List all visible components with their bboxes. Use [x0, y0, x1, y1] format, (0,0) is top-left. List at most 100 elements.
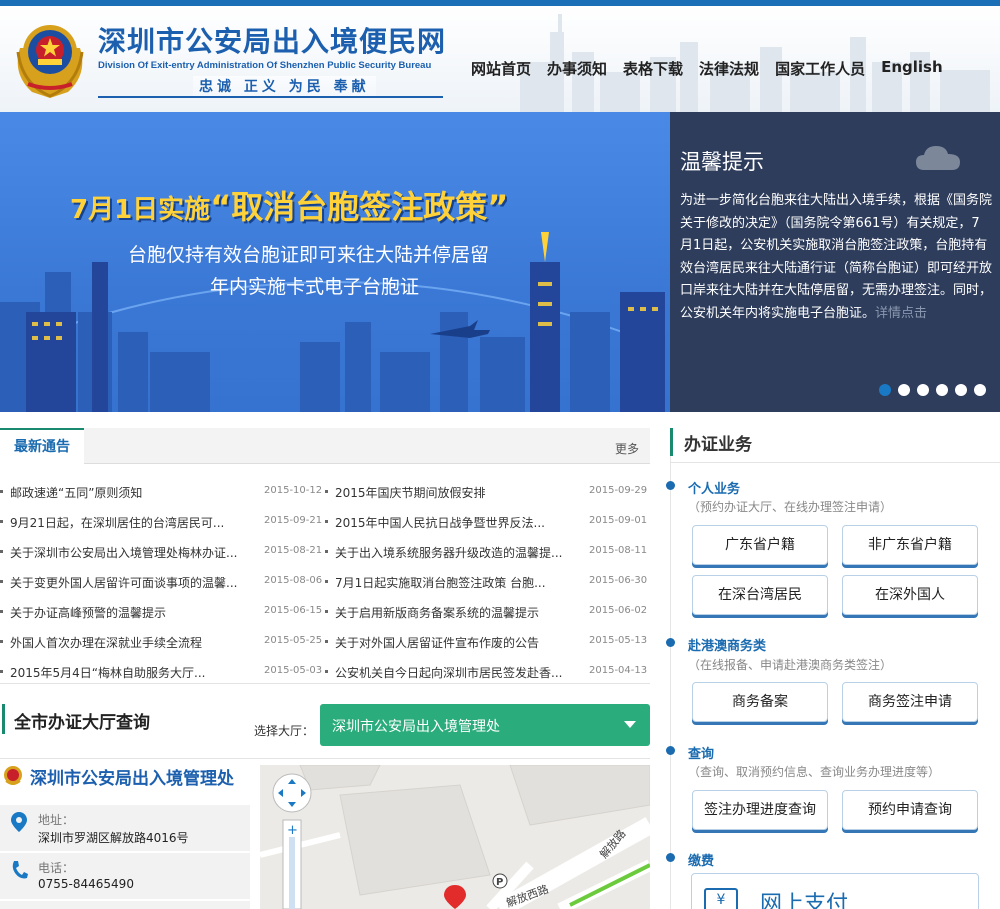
news-date: 2015-09-29 [589, 485, 648, 496]
news-title[interactable]: 关于启用新版商务备案系统的温馨提示 [335, 604, 539, 621]
section-title-query: 查询 [688, 747, 715, 762]
list-item[interactable]: 关于变更外国人居留许可面谈事项的温馨... 2015-08-06 [0, 568, 323, 598]
slide-dot[interactable] [898, 384, 910, 396]
news-title[interactable]: 关于深圳市公安局出入境管理处梅林办证... [10, 544, 237, 561]
news-date: 2015-08-11 [589, 545, 648, 556]
list-item[interactable]: 关于启用新版商务备案系统的温馨提示 2015-06-02 [325, 598, 650, 628]
foreigners-button[interactable]: 在深外国人 [842, 575, 978, 615]
tab-latest-notices[interactable]: 最新通告 [0, 428, 84, 464]
address-card: 地址： 深圳市罗湖区解放路4016号 [0, 805, 250, 851]
list-item[interactable]: 关于出入境系统服务器升级改造的温馨提... 2015-08-11 [325, 538, 650, 568]
parking-icon: P [492, 873, 508, 889]
list-item[interactable]: 2015年国庆节期间放假安排 2015-09-29 [325, 478, 650, 508]
list-item[interactable]: 9月21日起，在深圳居住的台湾居民可... 2015-09-21 [0, 508, 323, 538]
bullet-icon [325, 640, 328, 643]
news-title[interactable]: 外国人首次办理在深就业手续全流程 [10, 634, 202, 651]
news-date: 2015-05-13 [589, 635, 648, 646]
nav-home[interactable]: 网站首页 [471, 58, 531, 79]
appointment-query-button[interactable]: 预约申请查询 [842, 790, 978, 830]
chevron-down-icon [624, 721, 636, 728]
business-visa-apply-button[interactable]: 商务签注申请 [842, 682, 978, 722]
list-item[interactable]: 邮政速递“五同”原则须知 2015-10-12 [0, 478, 323, 508]
news-date: 2015-09-21 [264, 515, 323, 526]
slide-dot[interactable] [955, 384, 967, 396]
hero-banner[interactable]: 7月1日实施“取消台胞签注政策” 台胞仅持有效台胞证即可来往大陆并停居留 年内实… [0, 112, 670, 412]
list-item[interactable]: 2015年中国人民抗日战争暨世界反法... 2015-09-01 [325, 508, 650, 538]
bullet-icon [0, 610, 3, 613]
news-title[interactable]: 关于变更外国人居留许可面谈事项的温馨... [10, 574, 237, 591]
section-dot-icon [666, 746, 675, 755]
location-pin-icon [11, 812, 27, 832]
nav-forms[interactable]: 表格下载 [623, 58, 683, 79]
bullet-icon [325, 550, 328, 553]
banner-headline-main: “取消台胞签注政策” [210, 188, 509, 226]
column-divider [670, 428, 671, 909]
phone-icon [12, 861, 28, 879]
nav-laws[interactable]: 法律法规 [699, 58, 759, 79]
notice-text: 为进一步简化台胞来往大陆出入境手续，根据《国务院关于修改的决定》（国务院令第66… [680, 190, 992, 325]
divider [0, 758, 650, 759]
slide-dot[interactable] [974, 384, 986, 396]
bullet-icon [325, 580, 328, 583]
nav-guide[interactable]: 办事须知 [547, 58, 607, 79]
site-title: 深圳市公安局出入境便民网 [98, 25, 447, 58]
bullet-icon [0, 670, 3, 673]
news-title[interactable]: 9月21日起，在深圳居住的台湾居民可... [10, 514, 224, 531]
guangdong-hukou-button[interactable]: 广东省户籍 [692, 525, 828, 565]
news-date: 2015-10-12 [264, 485, 323, 496]
bullet-icon [325, 610, 328, 613]
address-label: 地址： [38, 813, 75, 827]
online-payment-label: 网上支付 [760, 892, 849, 909]
list-item[interactable]: 关于对外国人居留证件宣布作废的公告 2015-05-13 [325, 628, 650, 658]
list-item[interactable]: 关于办证高峰预警的温馨提示 2015-06-15 [0, 598, 322, 628]
news-date: 2015-08-06 [264, 575, 323, 586]
section-title-hk-macau: 赴港澳商务类 [688, 639, 767, 654]
business-title: 办证业务 [684, 435, 752, 455]
banner-headline: 7月1日实施“取消台胞签注政策” [70, 182, 508, 228]
notice-more-link[interactable]: 详情点击 [875, 306, 927, 321]
nav-english[interactable]: English [881, 58, 943, 79]
bullet-icon [0, 490, 3, 493]
taiwan-residents-button[interactable]: 在深台湾居民 [692, 575, 828, 615]
news-title[interactable]: 关于对外国人居留证件宣布作废的公告 [335, 634, 539, 651]
phone-card: 电话： 0755-84465490 [0, 853, 250, 899]
bullet-icon [325, 670, 328, 673]
police-badge-icon [4, 766, 22, 785]
slide-dot[interactable] [879, 384, 891, 396]
news-title[interactable]: 邮政速递“五同”原则须知 [10, 484, 142, 501]
hall-select[interactable]: 深圳市公安局出入境管理处 [320, 704, 650, 746]
location-map[interactable]: 解放路 解放西路 P + [260, 765, 650, 909]
slide-dot[interactable] [936, 384, 948, 396]
bullet-icon [325, 520, 328, 523]
news-title[interactable]: 公安机关自今日起向深圳市居民签发赴香... [335, 664, 562, 681]
motto-text: 忠诚 正义 为民 奉献 [193, 76, 376, 96]
bullet-icon [0, 550, 3, 553]
section-sub-query: （查询、取消预约信息、查询业务办理进度等） [688, 765, 941, 779]
news-title[interactable]: 2015年5月4日“梅林自助服务大厅... [10, 664, 205, 681]
non-guangdong-hukou-button[interactable]: 非广东省户籍 [842, 525, 978, 565]
office-name: 深圳市公安局出入境管理处 [30, 769, 234, 789]
hall-select-value: 深圳市公安局出入境管理处 [332, 719, 500, 735]
list-item[interactable]: 7月1日起实施取消台胞签注政策 台胞... 2015-06-30 [325, 568, 650, 598]
bullet-icon [0, 640, 3, 643]
news-title[interactable]: 关于出入境系统服务器升级改造的温馨提... [335, 544, 562, 561]
section-dot-icon [666, 638, 675, 647]
news-title[interactable]: 关于办证高峰预警的温馨提示 [10, 604, 166, 621]
business-filing-button[interactable]: 商务备案 [692, 682, 828, 722]
news-date: 2015-06-02 [589, 605, 648, 616]
news-title[interactable]: 2015年中国人民抗日战争暨世界反法... [335, 514, 545, 531]
news-title[interactable]: 2015年国庆节期间放假安排 [335, 484, 486, 501]
nav-staff[interactable]: 国家工作人员 [775, 58, 865, 79]
slide-dot[interactable] [917, 384, 929, 396]
news-more-link[interactable]: 更多 [615, 440, 639, 457]
section-sub-hk-macau: （在线报备、申请赴港澳商务类签注） [688, 658, 893, 672]
visa-progress-query-button[interactable]: 签注办理进度查询 [692, 790, 828, 830]
list-item[interactable]: 外国人首次办理在深就业手续全流程 2015-05-25 [0, 628, 322, 658]
news-date: 2015-06-30 [589, 575, 648, 586]
section-accent-bar [670, 428, 673, 456]
online-payment-button[interactable]: ¥ 网上支付 [691, 873, 979, 909]
news-title[interactable]: 7月1日起实施取消台胞签注政策 台胞... [335, 574, 546, 591]
map-zoom-control: + [282, 819, 302, 909]
section-title-payment: 缴费 [688, 854, 715, 869]
list-item[interactable]: 关于深圳市公安局出入境管理处梅林办证... 2015-08-21 [0, 538, 322, 568]
